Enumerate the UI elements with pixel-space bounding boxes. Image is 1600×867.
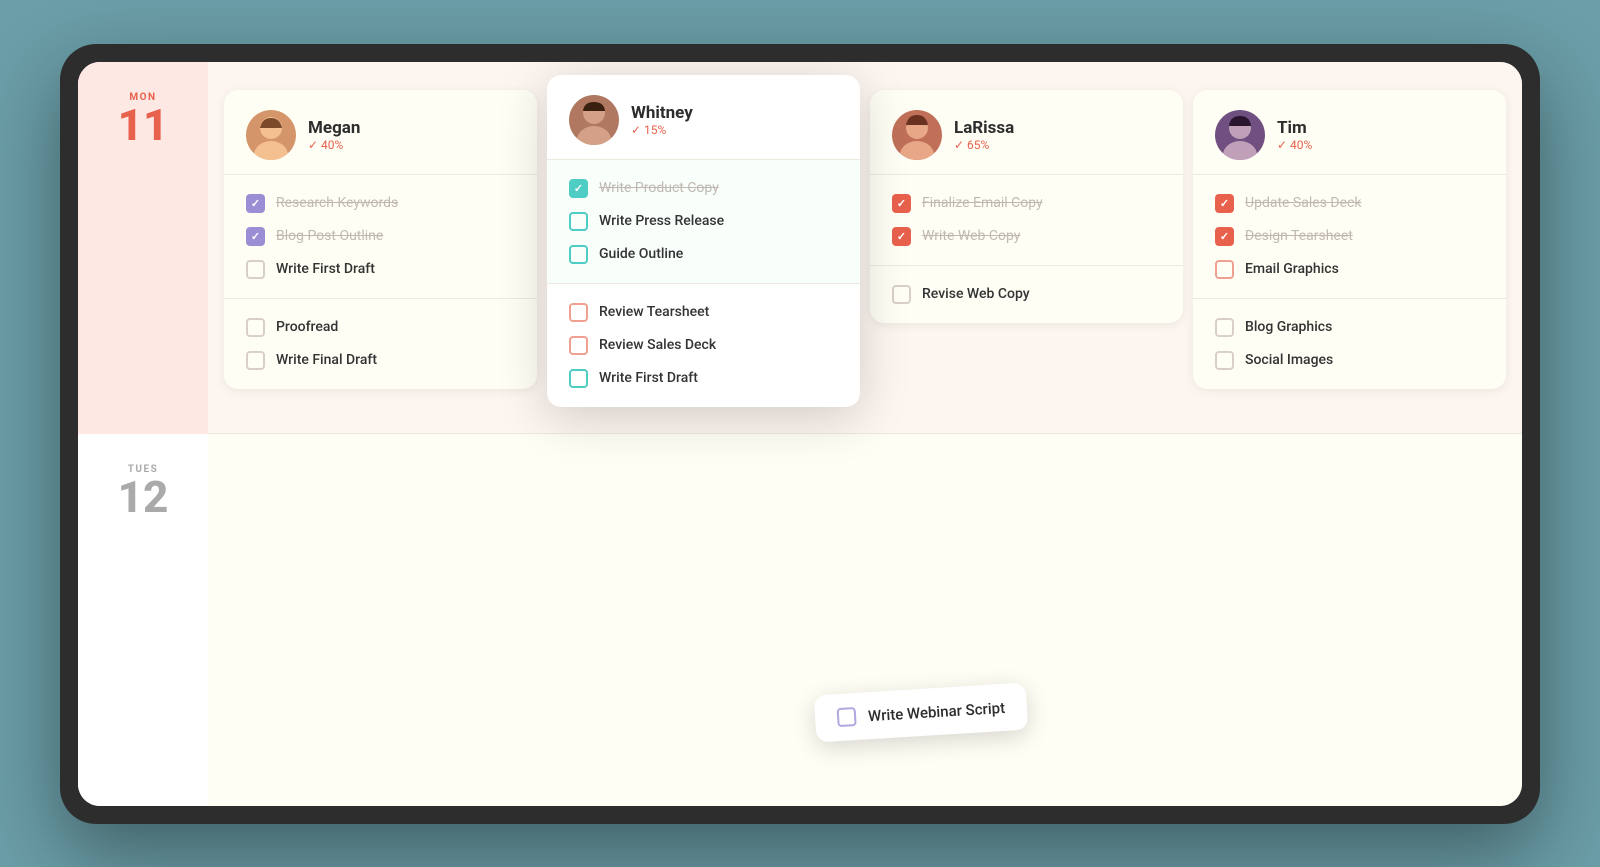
tim-info: Tim ✓ 40% <box>1277 118 1312 152</box>
device-screen: MON 11 TUES 12 <box>78 62 1522 806</box>
larissa-card: LaRissa ✓ 65% ✓ Finalize Email Copy ✓ Wr… <box>870 90 1183 323</box>
cards-area: Megan ✓ 40% ✓ Research Keywords ✓ Blog P… <box>208 62 1522 806</box>
label-email-graphics: Email Graphics <box>1245 261 1339 277</box>
label-write-first-draft-megan: Write First Draft <box>276 261 375 277</box>
label-write-first-draft-whitney: Write First Draft <box>599 370 698 386</box>
label-blog-graphics: Blog Graphics <box>1245 319 1332 335</box>
cb-blog-post-outline[interactable]: ✓ <box>246 227 265 246</box>
larissa-info: LaRissa ✓ 65% <box>954 118 1014 152</box>
label-proofread: Proofread <box>276 319 338 335</box>
label-update-sales-deck: Update Sales Deck <box>1245 195 1361 211</box>
megan-avatar <box>246 110 296 160</box>
task-guide-outline[interactable]: Guide Outline <box>569 238 838 271</box>
monday-block: MON 11 <box>78 62 208 434</box>
label-social-images: Social Images <box>1245 352 1333 368</box>
megan-monday-section: ✓ Research Keywords ✓ Blog Post Outline … <box>224 175 537 299</box>
cb-write-web-copy[interactable]: ✓ <box>892 227 911 246</box>
cb-write-press-release[interactable] <box>569 212 588 231</box>
label-write-web-copy: Write Web Copy <box>922 228 1020 244</box>
cb-review-sales-deck[interactable] <box>569 336 588 355</box>
tim-name: Tim <box>1277 118 1312 138</box>
cb-write-first-draft-megan[interactable] <box>246 260 265 279</box>
tue-number: 12 <box>118 475 169 519</box>
tim-tuesday-section: Blog Graphics Social Images <box>1193 299 1506 389</box>
whitney-header: Whitney ✓ 15% <box>547 75 860 160</box>
task-write-first-draft-megan[interactable]: Write First Draft <box>246 253 515 286</box>
task-write-product-copy[interactable]: ✓ Write Product Copy <box>569 172 838 205</box>
task-finalize-email-copy[interactable]: ✓ Finalize Email Copy <box>892 187 1161 220</box>
whitney-info: Whitney ✓ 15% <box>631 103 693 137</box>
megan-info: Megan ✓ 40% <box>308 118 360 152</box>
megan-completion: ✓ 40% <box>308 138 360 152</box>
label-research-keywords: Research Keywords <box>276 195 398 211</box>
label-finalize-email-copy: Finalize Email Copy <box>922 195 1043 211</box>
megan-name: Megan <box>308 118 360 138</box>
cb-finalize-email-copy[interactable]: ✓ <box>892 194 911 213</box>
cb-write-product-copy[interactable]: ✓ <box>569 179 588 198</box>
label-design-tearsheet: Design Tearsheet <box>1245 228 1353 244</box>
task-write-web-copy[interactable]: ✓ Write Web Copy <box>892 220 1161 253</box>
task-write-first-draft-whitney[interactable]: Write First Draft <box>569 362 838 395</box>
label-revise-web-copy: Revise Web Copy <box>922 286 1030 302</box>
device-frame: MON 11 TUES 12 <box>60 44 1540 824</box>
cb-write-first-draft-whitney[interactable] <box>569 369 588 388</box>
task-proofread[interactable]: Proofread <box>246 311 515 344</box>
floating-task-label: Write Webinar Script <box>868 698 1006 724</box>
task-write-press-release[interactable]: Write Press Release <box>569 205 838 238</box>
whitney-card: Whitney ✓ 15% ✓ Write Product Copy Write… <box>547 75 860 407</box>
label-write-press-release: Write Press Release <box>599 213 724 229</box>
cb-update-sales-deck[interactable]: ✓ <box>1215 194 1234 213</box>
cb-email-graphics[interactable] <box>1215 260 1234 279</box>
cb-write-final-draft[interactable] <box>246 351 265 370</box>
tim-header: Tim ✓ 40% <box>1193 90 1506 175</box>
larissa-monday-section: ✓ Finalize Email Copy ✓ Write Web Copy <box>870 175 1183 266</box>
task-email-graphics[interactable]: Email Graphics <box>1215 253 1484 286</box>
whitney-completion: ✓ 15% <box>631 123 693 137</box>
task-blog-graphics[interactable]: Blog Graphics <box>1215 311 1484 344</box>
label-blog-post-outline: Blog Post Outline <box>276 228 383 244</box>
label-write-final-draft: Write Final Draft <box>276 352 377 368</box>
tim-monday-section: ✓ Update Sales Deck ✓ Design Tearsheet E… <box>1193 175 1506 299</box>
task-social-images[interactable]: Social Images <box>1215 344 1484 377</box>
cb-review-tearsheet[interactable] <box>569 303 588 322</box>
mon-number: 11 <box>118 103 169 147</box>
cb-guide-outline[interactable] <box>569 245 588 264</box>
whitney-monday-section: ✓ Write Product Copy Write Press Release… <box>547 160 860 284</box>
larissa-name: LaRissa <box>954 118 1014 138</box>
whitney-name: Whitney <box>631 103 693 123</box>
cb-blog-graphics[interactable] <box>1215 318 1234 337</box>
larissa-tuesday-section: Revise Web Copy <box>870 266 1183 323</box>
larissa-avatar <box>892 110 942 160</box>
task-blog-post-outline[interactable]: ✓ Blog Post Outline <box>246 220 515 253</box>
cb-social-images[interactable] <box>1215 351 1234 370</box>
tim-avatar <box>1215 110 1265 160</box>
task-review-tearsheet[interactable]: Review Tearsheet <box>569 296 838 329</box>
tim-card: Tim ✓ 40% ✓ Update Sales Deck ✓ Design T… <box>1193 90 1506 389</box>
megan-card: Megan ✓ 40% ✓ Research Keywords ✓ Blog P… <box>224 90 537 389</box>
megan-header: Megan ✓ 40% <box>224 90 537 175</box>
task-research-keywords[interactable]: ✓ Research Keywords <box>246 187 515 220</box>
tuesday-block: TUES 12 <box>78 434 208 806</box>
larissa-completion: ✓ 65% <box>954 138 1014 152</box>
label-write-product-copy: Write Product Copy <box>599 180 719 196</box>
whitney-avatar <box>569 95 619 145</box>
cb-design-tearsheet[interactable]: ✓ <box>1215 227 1234 246</box>
cb-revise-web-copy[interactable] <box>892 285 911 304</box>
task-update-sales-deck[interactable]: ✓ Update Sales Deck <box>1215 187 1484 220</box>
label-review-tearsheet: Review Tearsheet <box>599 304 709 320</box>
task-review-sales-deck[interactable]: Review Sales Deck <box>569 329 838 362</box>
cb-research-keywords[interactable]: ✓ <box>246 194 265 213</box>
larissa-header: LaRissa ✓ 65% <box>870 90 1183 175</box>
whitney-tuesday-section: Review Tearsheet Review Sales Deck Write… <box>547 284 860 407</box>
date-strip: MON 11 TUES 12 <box>78 62 208 806</box>
label-review-sales-deck: Review Sales Deck <box>599 337 716 353</box>
cb-floating[interactable] <box>837 706 857 726</box>
label-guide-outline: Guide Outline <box>599 246 683 262</box>
task-revise-web-copy[interactable]: Revise Web Copy <box>892 278 1161 311</box>
task-design-tearsheet[interactable]: ✓ Design Tearsheet <box>1215 220 1484 253</box>
task-write-final-draft[interactable]: Write Final Draft <box>246 344 515 377</box>
cb-proofread[interactable] <box>246 318 265 337</box>
megan-tuesday-section: Proofread Write Final Draft <box>224 299 537 389</box>
tim-completion: ✓ 40% <box>1277 138 1312 152</box>
